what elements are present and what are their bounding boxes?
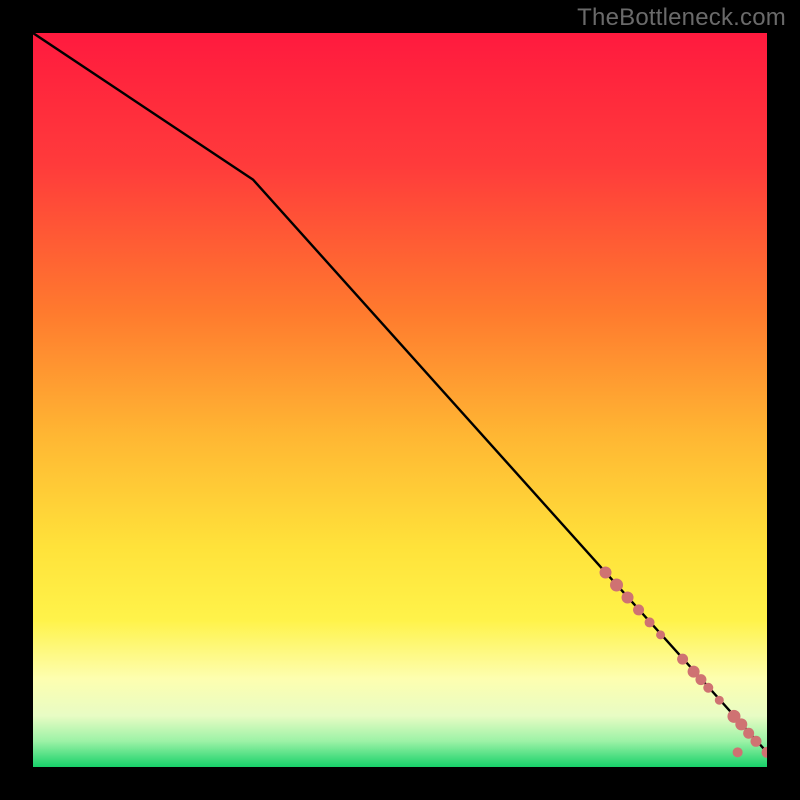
plot-area (33, 33, 767, 767)
watermark-text: TheBottleneck.com (577, 4, 786, 32)
data-marker (750, 736, 761, 747)
data-marker (677, 654, 688, 665)
data-marker (645, 617, 655, 627)
data-marker (703, 683, 713, 693)
data-marker (610, 578, 623, 591)
data-marker (633, 604, 644, 615)
data-marker (600, 566, 612, 578)
chart-frame: TheBottleneck.com (0, 0, 800, 800)
data-marker (656, 630, 665, 639)
data-marker (695, 674, 706, 685)
data-marker (715, 696, 724, 705)
background-rect (33, 33, 767, 767)
data-marker (735, 718, 747, 730)
chart-svg (33, 33, 767, 767)
data-marker (622, 591, 634, 603)
data-marker (733, 747, 743, 757)
